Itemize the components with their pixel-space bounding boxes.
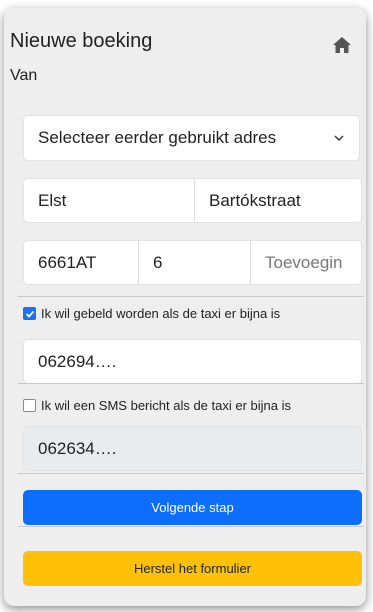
saved-address-select[interactable]: Selecteer eerder gebruikt adres [23, 115, 360, 161]
saved-address-select-label: Selecteer eerder gebruikt adres [38, 128, 277, 147]
reset-form-button[interactable]: Herstel het formulier [23, 551, 362, 586]
divider [18, 473, 364, 474]
page-title: Nieuwe boeking [10, 30, 153, 52]
section-label: Van [10, 67, 38, 84]
call-phone-field[interactable]: 062694…. [23, 339, 362, 384]
call-checkbox[interactable] [23, 307, 36, 320]
home-icon[interactable] [332, 35, 352, 55]
checkmark-icon [25, 310, 34, 318]
addition-field[interactable]: Toevoegin [250, 241, 361, 284]
divider [18, 383, 364, 384]
postcode-field[interactable]: 6661AT [24, 241, 138, 284]
chevron-down-icon [334, 135, 344, 141]
house-number-field[interactable]: 6 [138, 241, 250, 284]
call-option-label: Ik wil gebeld worden als de taxi er bijn… [41, 306, 281, 321]
divider [18, 526, 364, 527]
call-option[interactable]: Ik wil gebeld worden als de taxi er bijn… [23, 306, 280, 321]
sms-checkbox[interactable] [23, 399, 36, 412]
next-step-button[interactable]: Volgende stap [23, 490, 362, 525]
street-field[interactable]: Bartókstraat [194, 179, 361, 222]
city-field[interactable]: Elst [24, 179, 194, 222]
sms-option[interactable]: Ik wil een SMS bericht als de taxi er bi… [23, 398, 291, 413]
sms-option-label: Ik wil een SMS bericht als de taxi er bi… [41, 398, 291, 413]
divider [18, 296, 364, 297]
sms-phone-field[interactable]: 062634…. [23, 426, 362, 471]
call-phone-value: 062694…. [38, 351, 117, 371]
city-street-row: Elst Bartókstraat [23, 178, 362, 223]
booking-panel: Nieuwe boeking Van Selecteer eerder gebr… [4, 8, 366, 606]
sms-phone-value: 062634…. [38, 438, 117, 458]
postcode-number-row: 6661AT 6 Toevoegin [23, 240, 362, 285]
